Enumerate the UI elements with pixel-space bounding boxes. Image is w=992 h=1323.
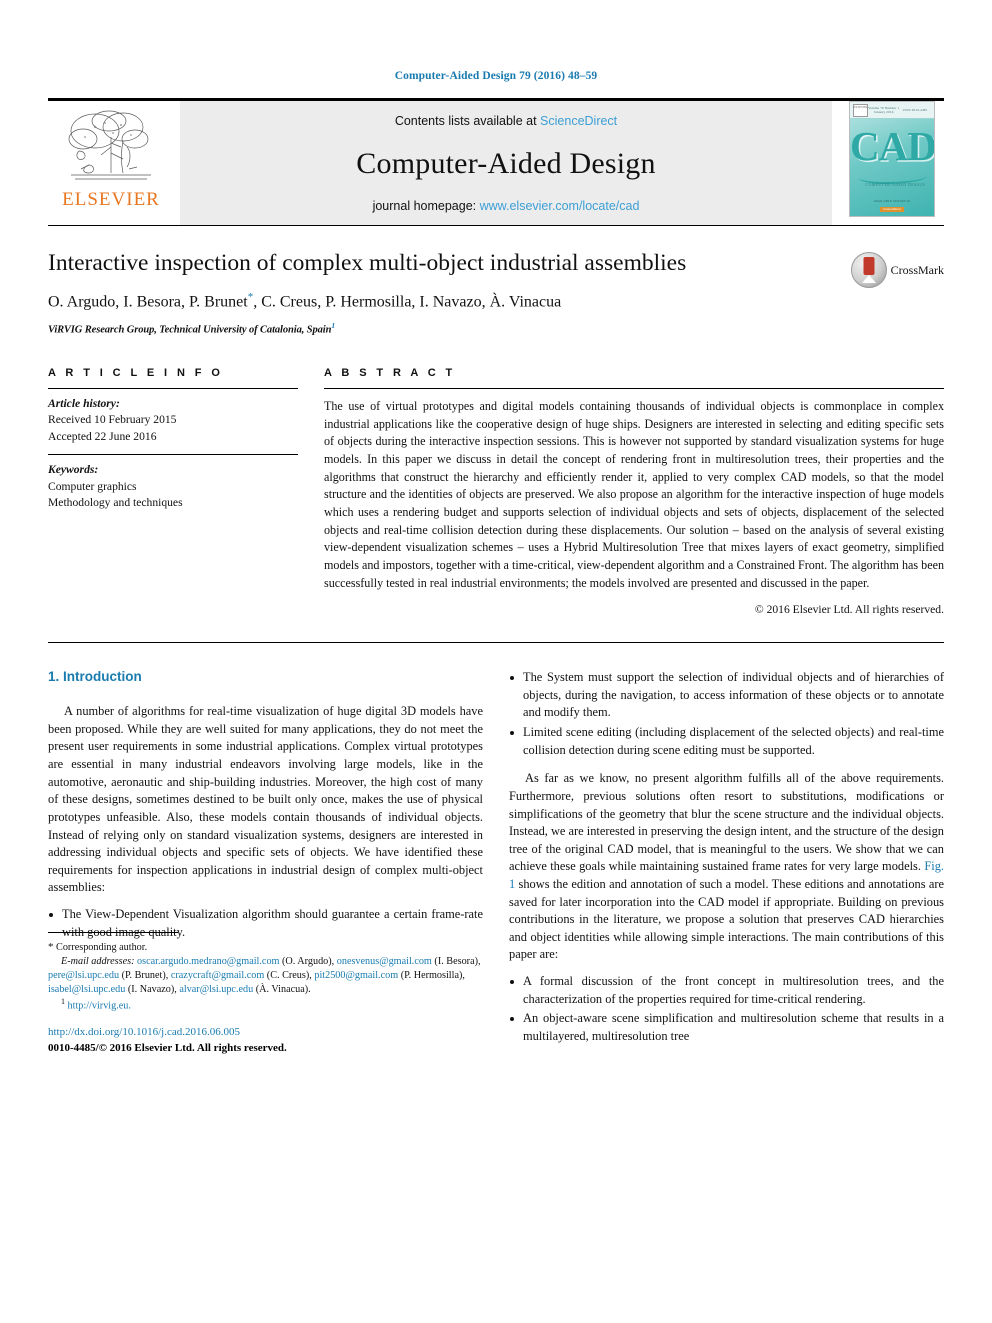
crossmark-label: CrossMark <box>890 262 944 277</box>
article-info-column: A R T I C L E I N F O Article history: R… <box>48 367 298 616</box>
footnote-corresponding: * Corresponding author. <box>48 940 483 955</box>
cover-sciencedirect-brand: ScienceDirect <box>880 206 904 212</box>
contributions-list: A formal discussion of the front concept… <box>509 973 944 1045</box>
list-item: The System must support the selection of… <box>509 669 944 722</box>
footnote-one-marker: 1 <box>61 996 65 1006</box>
email-link[interactable]: onesvenus@gmail.com <box>337 956 432 967</box>
authors-first: O. Argudo, I. Besora, P. Brunet <box>48 293 248 311</box>
cover-header: ELSEVIER Volume 79 Number 1 January 2016… <box>850 102 934 119</box>
elsevier-tree-icon <box>68 110 151 180</box>
issn-copyright-line: 0010-4485/© 2016 Elsevier Ltd. All right… <box>48 1041 287 1054</box>
footnote-one-link[interactable]: http://virvig.eu. <box>68 1000 131 1011</box>
author-list: O. Argudo, I. Besora, P. Brunet*, C. Cre… <box>48 291 837 312</box>
contents-line: Contents lists available at ScienceDirec… <box>395 114 617 128</box>
email-owner: (I. Navazo), <box>127 984 177 996</box>
email-link[interactable]: oscar.argudo.medrano@gmail.com <box>137 956 279 967</box>
cover-elsevier-mark: ELSEVIER <box>853 103 868 117</box>
crossmark-bar-shape <box>863 257 875 275</box>
footnote-rule <box>48 932 178 934</box>
email-owner: (P. Brunet), <box>121 970 169 982</box>
article-history-label: Article history: <box>48 397 120 411</box>
crossmark-icon <box>850 252 887 288</box>
keyword-item: Computer graphics <box>48 479 137 493</box>
cover-footer: AVAILABLE ONLINE AT ScienceDirect <box>850 199 934 212</box>
article-history-received: Received 10 February 2015 <box>48 413 177 427</box>
title-block: Interactive inspection of complex multi-… <box>48 225 944 335</box>
crossmark-triangle-shape <box>861 275 876 283</box>
list-item: A formal discussion of the front concept… <box>509 973 944 1008</box>
footnote-corresponding-text: Corresponding author. <box>56 942 148 954</box>
keywords-label: Keywords: <box>48 463 99 477</box>
email-link[interactable]: crazycraft@gmail.com <box>171 970 264 981</box>
list-item: Limited scene editing (including displac… <box>509 724 944 759</box>
body-columns: 1. Introduction A number of algorithms f… <box>48 669 944 1056</box>
list-item: An object-aware scene simplification and… <box>509 1010 944 1045</box>
section-heading-introduction: 1. Introduction <box>48 669 483 684</box>
journal-homepage-line: journal homepage: www.elsevier.com/locat… <box>373 199 640 213</box>
cover-image: ELSEVIER Volume 79 Number 1 January 2016… <box>849 101 935 217</box>
requirements-list-right: The System must support the selection of… <box>509 669 944 759</box>
keyword-item: Methodology and techniques <box>48 496 183 510</box>
journal-masthead: ELSEVIER Contents lists available at Sci… <box>48 98 944 225</box>
affiliation: ViRVIG Research Group, Technical Univers… <box>48 321 837 336</box>
paper-page: Computer-Aided Design 79 (2016) 48–59 EL… <box>0 0 992 1323</box>
elsevier-logo: ELSEVIER <box>48 101 174 225</box>
info-abstract-section: A R T I C L E I N F O Article history: R… <box>48 367 944 616</box>
affiliation-footnote-marker: 1 <box>331 320 336 330</box>
cover-volume-text: Volume 79 Number 1 January 2016 <box>868 106 900 114</box>
abstract-text: The use of virtual prototypes and digita… <box>324 399 944 590</box>
email-link[interactable]: alvar@lsi.upc.edu <box>179 984 253 995</box>
journal-homepage-link[interactable]: www.elsevier.com/locate/cad <box>480 199 640 213</box>
body-separator-rule <box>48 642 944 644</box>
journal-title: Computer-Aided Design <box>356 146 656 180</box>
body-right-column: The System must support the selection of… <box>509 669 944 1056</box>
doi-block: http://dx.doi.org/10.1016/j.cad.2016.06.… <box>48 1025 483 1056</box>
paragraph-part-b: shows the edition and annotation of such… <box>509 876 944 962</box>
body-left-column: 1. Introduction A number of algorithms f… <box>48 669 483 1056</box>
contents-prefix: Contents lists available at <box>394 114 537 128</box>
keywords-group: Keywords: Computer graphics Methodology … <box>48 455 298 520</box>
paragraph: A number of algorithms for real-time vis… <box>48 704 483 895</box>
email-addresses-label: E-mail addresses: <box>61 956 135 968</box>
journal-band: Contents lists available at ScienceDirec… <box>180 101 832 225</box>
footnotes-block: * Corresponding author. E-mail addresses… <box>48 932 483 1056</box>
section-title: Introduction <box>63 669 142 685</box>
elsevier-wordmark: ELSEVIER <box>62 189 160 210</box>
paragraph-part-a: As far as we know, no present algorithm … <box>509 771 944 874</box>
email-owner: (I. Besora), <box>434 956 481 968</box>
footnote-star-marker: * <box>48 941 54 954</box>
abstract-heading: A B S T R A C T <box>324 367 456 380</box>
journal-cover: ELSEVIER Volume 79 Number 1 January 2016… <box>840 101 944 225</box>
email-link[interactable]: pere@lsi.upc.edu <box>48 970 119 981</box>
section-number: 1. <box>48 669 60 685</box>
cover-issn-text: ISSN 0010-4485 <box>903 108 928 112</box>
authors-rest: , C. Creus, P. Hermosilla, I. Navazo, À.… <box>253 293 562 311</box>
doi-link[interactable]: http://dx.doi.org/10.1016/j.cad.2016.06.… <box>48 1025 483 1041</box>
email-owner: (À. Vinacua). <box>255 984 311 996</box>
title-main: Interactive inspection of complex multi-… <box>48 250 851 335</box>
sciencedirect-link[interactable]: ScienceDirect <box>540 114 617 128</box>
affiliation-text: ViRVIG Research Group, Technical Univers… <box>48 324 332 336</box>
cover-subtitle: COMPUTER-AIDED DESIGN <box>865 182 925 187</box>
abstract-column: A B S T R A C T The use of virtual proto… <box>324 367 944 616</box>
email-owner: (P. Hermosilla), <box>400 970 465 982</box>
email-link[interactable]: isabel@lsi.upc.edu <box>48 984 125 995</box>
email-owner: (C. Creus), <box>266 970 312 982</box>
cover-cad-title: CAD <box>850 123 935 169</box>
page-title: Interactive inspection of complex multi-… <box>48 250 687 276</box>
footnote-emails: E-mail addresses: oscar.argudo.medrano@g… <box>48 955 483 997</box>
paragraph: As far as we know, no present algorithm … <box>509 770 944 964</box>
footnote-one: 1 http://virvig.eu. <box>48 997 483 1013</box>
email-link[interactable]: pit2500@gmail.com <box>314 970 398 981</box>
article-history-accepted: Accepted 22 June 2016 <box>48 429 157 443</box>
homepage-prefix: journal homepage: <box>372 199 477 213</box>
article-history-group: Article history: Received 10 February 20… <box>48 389 298 454</box>
running-head: Computer-Aided Design 79 (2016) 48–59 <box>394 70 598 82</box>
article-info-heading: A R T I C L E I N F O <box>48 367 224 380</box>
crossmark-badge-group[interactable]: CrossMark <box>850 250 944 288</box>
cover-footer-text: AVAILABLE ONLINE AT <box>873 199 911 204</box>
email-owner: (O. Argudo), <box>282 956 335 968</box>
abstract-copyright: © 2016 Elsevier Ltd. All rights reserved… <box>754 603 944 617</box>
